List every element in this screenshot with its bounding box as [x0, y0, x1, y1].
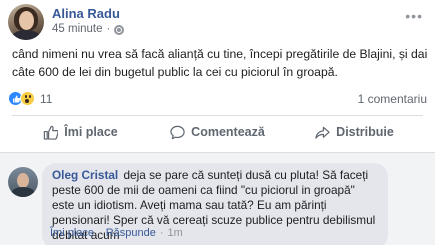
comment-icon: [170, 125, 185, 139]
post-actions: Îmi place Comentează Distribuie: [12, 120, 423, 144]
share-button-label: Distribuie: [336, 125, 394, 139]
divider: [12, 115, 423, 116]
post-text: când nimeni nu vrea să facă alianță cu t…: [12, 47, 428, 79]
globe-icon: [114, 24, 125, 35]
comment-button-label: Comentează: [191, 125, 265, 139]
thumbs-up-icon: [44, 125, 59, 140]
share-button[interactable]: Distribuie: [286, 120, 423, 144]
more-options-icon[interactable]: •••: [405, 8, 423, 24]
dot-separator: ·: [106, 23, 111, 35]
like-button[interactable]: Îmi place: [12, 120, 149, 144]
wow-reaction-icon: [20, 91, 35, 106]
comments-count[interactable]: 1 comentariu: [358, 92, 427, 106]
like-button-label: Îmi place: [64, 125, 118, 139]
post-meta: Alina Radu 45 minute ·: [52, 6, 125, 37]
comment-button[interactable]: Comentează: [149, 120, 286, 144]
dot-separator: ·: [98, 227, 102, 239]
comment-author-name[interactable]: Oleg Cristal: [52, 168, 118, 182]
commenter-avatar[interactable]: [8, 167, 38, 197]
post-time-row: 45 minute ·: [52, 22, 125, 37]
author-avatar[interactable]: [8, 4, 44, 40]
post-timestamp[interactable]: 45 minute: [52, 22, 103, 37]
post-author-name[interactable]: Alina Radu: [52, 6, 124, 21]
comment-actions: Îmi place · Răspunde · 1m: [50, 227, 183, 239]
share-icon: [315, 126, 330, 139]
comment-reply-link[interactable]: Răspunde: [106, 227, 156, 239]
reactions-summary[interactable]: 11: [8, 91, 52, 106]
reaction-count[interactable]: 11: [40, 92, 52, 106]
post-header: Alina Radu 45 minute ·: [8, 4, 125, 40]
comment-like-link[interactable]: Îmi place: [50, 227, 94, 239]
comment-timestamp[interactable]: 1m: [168, 227, 183, 239]
dot-separator: ·: [159, 227, 164, 239]
